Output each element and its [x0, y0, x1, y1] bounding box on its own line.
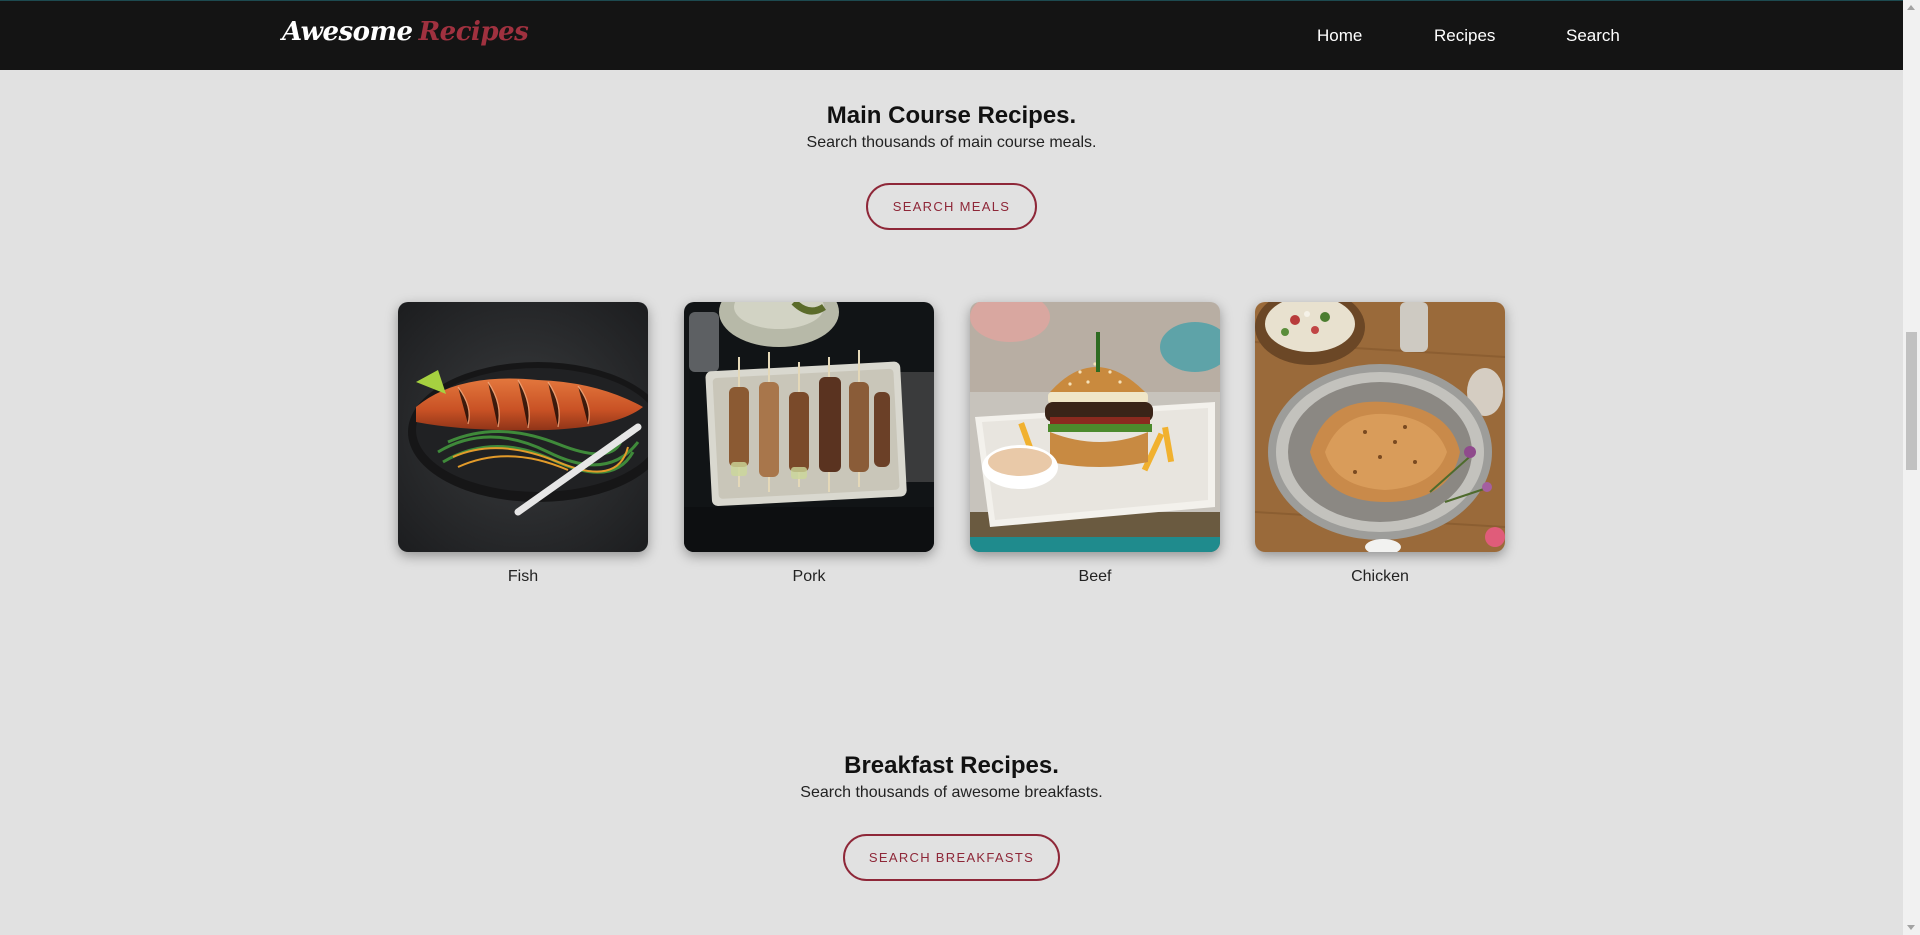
recipe-card-chicken[interactable]: Chicken — [1255, 302, 1505, 586]
nav-link-search[interactable]: Search — [1566, 26, 1620, 46]
breakfast-subtitle: Search thousands of awesome breakfasts. — [800, 784, 1103, 801]
card-label-fish: Fish — [507, 568, 539, 585]
roast-chicken-image — [1255, 302, 1505, 552]
recipe-card-beef[interactable]: Beef — [970, 302, 1220, 586]
recipe-card-pork[interactable]: Pork — [684, 302, 934, 586]
card-label-pork: Pork — [792, 568, 826, 585]
scroll-down-arrow-icon[interactable] — [1907, 925, 1915, 930]
top-navbar: Awesome Recipes Home Recipes Search — [0, 0, 1903, 70]
search-meals-button[interactable]: SEARCH MEALS — [866, 183, 1037, 230]
card-label-chicken: Chicken — [1351, 568, 1409, 585]
scrollbar-thumb[interactable] — [1906, 332, 1917, 470]
brand-logo[interactable]: Awesome Recipes — [282, 17, 529, 47]
recipe-card-fish[interactable]: Fish — [398, 302, 648, 586]
card-label-beef: Beef — [1078, 568, 1112, 585]
nav-link-home[interactable]: Home — [1317, 26, 1362, 46]
nav-link-recipes[interactable]: Recipes — [1434, 26, 1495, 46]
breakfast-title: Breakfast Recipes. — [844, 752, 1059, 779]
burger-image — [970, 302, 1220, 552]
vertical-scrollbar[interactable] — [1903, 0, 1920, 935]
brand-text-awesome: Awesome — [282, 17, 413, 47]
main-course-title: Main Course Recipes. — [826, 102, 1077, 129]
pork-skewers-image — [684, 302, 934, 552]
salmon-plate-image — [398, 302, 648, 552]
scroll-up-arrow-icon[interactable] — [1907, 5, 1915, 10]
brand-text-recipes: Recipes — [418, 17, 529, 47]
main-course-subtitle: Search thousands of main course meals. — [806, 134, 1097, 151]
search-breakfasts-button[interactable]: SEARCH BREAKFASTS — [843, 834, 1060, 881]
